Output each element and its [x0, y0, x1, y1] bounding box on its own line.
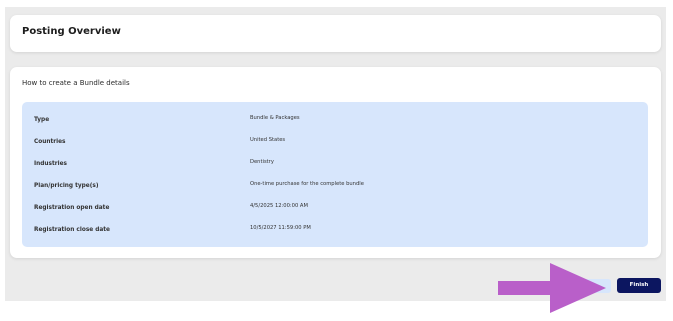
detail-label: Industries	[34, 161, 68, 167]
detail-value: 4/5/2025 12:00:00 AM	[250, 203, 308, 209]
finish-button[interactable]: Finish	[617, 278, 661, 293]
detail-row-countries: Countries United States	[22, 136, 648, 150]
detail-value: Bundle & Packages	[250, 115, 300, 121]
detail-label: Plan/pricing type(s)	[34, 183, 99, 189]
header-card: Posting Overview	[10, 15, 661, 52]
detail-row-type: Type Bundle & Packages	[22, 114, 648, 128]
detail-label: Countries	[34, 139, 66, 145]
detail-label: Registration open date	[34, 205, 110, 211]
detail-label: Registration close date	[34, 227, 110, 233]
detail-row-pricing-type: Plan/pricing type(s) One-time purchase f…	[22, 180, 648, 194]
detail-value: Dentistry	[250, 159, 274, 165]
detail-value: 10/5/2027 11:59:00 PM	[250, 225, 311, 231]
arrow-right-icon	[498, 263, 606, 313]
details-card: How to create a Bundle details Type Bund…	[10, 67, 661, 258]
section-title: How to create a Bundle details	[22, 79, 130, 87]
annotation-arrow-shape	[498, 263, 606, 313]
detail-label: Type	[34, 117, 50, 123]
detail-value: One-time purchase for the complete bundl…	[250, 181, 364, 187]
page-title: Posting Overview	[22, 26, 121, 37]
details-panel: Type Bundle & Packages Countries United …	[22, 102, 648, 247]
detail-row-registration-close: Registration close date 10/5/2027 11:59:…	[22, 224, 648, 238]
detail-value: United States	[250, 137, 286, 143]
detail-row-registration-open: Registration open date 4/5/2025 12:00:00…	[22, 202, 648, 216]
detail-row-industries: Industries Dentistry	[22, 158, 648, 172]
